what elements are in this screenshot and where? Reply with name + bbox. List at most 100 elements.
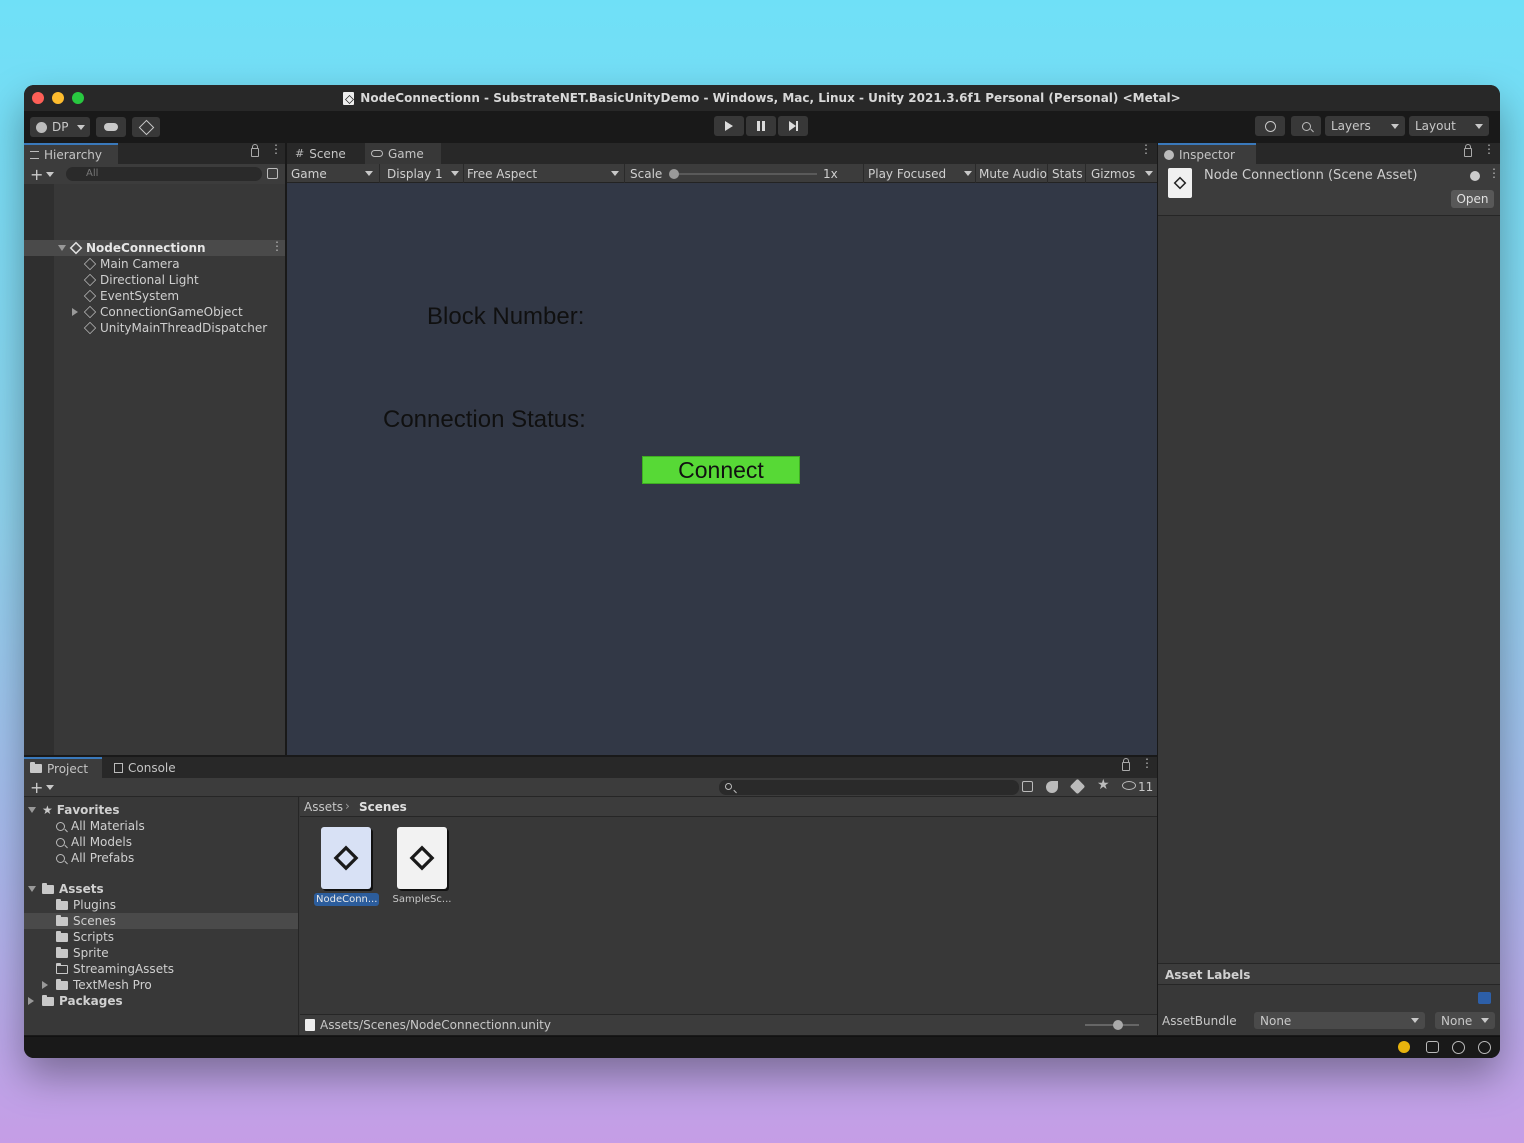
chevron-right-icon[interactable] [42, 981, 48, 989]
more-menu-icon[interactable]: ⋮ [270, 143, 282, 155]
add-icon[interactable]: + [30, 165, 43, 184]
chevron-down-icon[interactable] [28, 886, 36, 892]
filter-label-icon[interactable] [1069, 778, 1086, 795]
step-icon [788, 121, 798, 131]
connect-button[interactable]: Connect [642, 456, 800, 484]
favorite-item[interactable]: All Prefabs [56, 850, 316, 866]
filter-icon[interactable] [1022, 781, 1033, 792]
folder-item[interactable]: Sprite [56, 945, 316, 961]
folder-item[interactable]: Scripts [56, 929, 316, 945]
game-mode-dropdown[interactable]: Game [291, 164, 375, 183]
search-button[interactable] [1291, 116, 1321, 136]
status-bar [24, 1036, 1500, 1058]
scene-more-icon[interactable]: ⋮ [271, 240, 283, 252]
hierarchy-gutter [24, 184, 54, 755]
undo-history-button[interactable] [1255, 116, 1285, 136]
icon-size-slider[interactable] [1085, 1020, 1139, 1030]
project-search-input[interactable] [719, 780, 1019, 795]
project-panel: Project Console ⋮ + ★ 11 ★ Favorites All… [24, 757, 1157, 1035]
more-menu-icon[interactable]: ⋮ [1483, 143, 1495, 155]
display-dropdown[interactable]: Display 1 [387, 164, 459, 183]
play-button[interactable] [714, 116, 744, 136]
help-icon[interactable] [1470, 171, 1480, 181]
label-tag-icon[interactable] [1478, 992, 1491, 1004]
chevron-right-icon[interactable] [72, 308, 78, 316]
gizmos-dropdown[interactable]: Gizmos [1091, 164, 1155, 183]
scene-file-icon [305, 1019, 315, 1031]
chevron-right-icon[interactable] [28, 997, 34, 1005]
play-focused-dropdown[interactable]: Play Focused [868, 164, 972, 183]
layers-dropdown[interactable]: Layers [1325, 116, 1405, 136]
game-view[interactable]: Block Number: Connection Status: Connect [287, 183, 1157, 755]
folder-item[interactable]: StreamingAssets [56, 961, 316, 977]
auto-generate-lighting-icon[interactable] [1452, 1041, 1465, 1054]
more-menu-icon[interactable]: ⋮ [1141, 757, 1153, 769]
folder-item[interactable]: TextMesh Pro [42, 977, 302, 993]
component-more-icon[interactable]: ⋮ [1488, 167, 1500, 179]
icon-size-slider-handle[interactable] [1113, 1020, 1123, 1030]
stats-toggle[interactable]: Stats [1052, 164, 1083, 183]
console-tab-label: Console [128, 760, 176, 775]
mute-audio-toggle[interactable]: Mute Audio [979, 164, 1047, 183]
filter-type-icon[interactable] [1046, 781, 1058, 793]
layout-label: Layout [1415, 119, 1456, 133]
more-menu-icon[interactable]: ⋮ [1140, 143, 1152, 155]
chevron-down-icon[interactable] [58, 245, 66, 251]
asset-bundle-dropdown[interactable]: None [1254, 1012, 1425, 1029]
step-button[interactable] [778, 116, 808, 136]
packages-root[interactable]: Packages [28, 993, 288, 1009]
account-dropdown[interactable]: DP [30, 117, 90, 137]
progress-check-icon[interactable] [1478, 1041, 1491, 1054]
collab-button[interactable] [132, 117, 160, 137]
chevron-down-icon[interactable] [28, 807, 36, 813]
add-dropdown-caret[interactable] [46, 172, 54, 177]
filter-icon[interactable] [267, 168, 278, 179]
packages-label: Packages [59, 994, 123, 1008]
folder-item[interactable]: Plugins [56, 897, 316, 913]
pause-button[interactable] [746, 116, 776, 136]
lock-icon[interactable] [1122, 758, 1130, 771]
scale-slider[interactable] [669, 169, 817, 179]
lock-icon[interactable] [1464, 144, 1472, 157]
favorite-star-icon[interactable]: ★ [1097, 777, 1110, 793]
hidden-packages-icon[interactable] [1122, 781, 1136, 790]
lock-icon[interactable] [251, 144, 259, 157]
search-icon [1301, 121, 1311, 131]
open-button[interactable]: Open [1451, 190, 1494, 208]
hierarchy-item-label: ConnectionGameObject [100, 305, 243, 319]
debug-bug-icon[interactable] [1398, 1041, 1410, 1053]
asset-label: SampleSc... [392, 894, 452, 905]
hierarchy-search-input[interactable]: All [66, 167, 262, 181]
layout-dropdown[interactable]: Layout [1409, 116, 1489, 136]
empty-folder-icon [56, 962, 68, 974]
close-window-button[interactable] [32, 92, 44, 104]
add-icon[interactable]: + [30, 778, 43, 797]
tab-project[interactable]: Project [24, 757, 102, 778]
add-dropdown-caret[interactable] [46, 785, 54, 790]
tab-inspector[interactable]: Inspector [1158, 143, 1256, 164]
project-tabbar: Project Console ⋮ [24, 757, 1157, 778]
asset-tile-samplescene[interactable]: SampleSc... [390, 827, 454, 906]
assets-root[interactable]: Assets [28, 881, 288, 897]
scale-slider-handle[interactable] [669, 169, 679, 179]
favorite-item[interactable]: All Models [56, 834, 316, 850]
tab-game[interactable]: Game [365, 143, 441, 164]
folder-item-scenes[interactable]: Scenes [56, 913, 316, 929]
tab-console[interactable]: Console [108, 757, 188, 778]
asset-tile-nodeconnection[interactable]: NodeConn... [314, 827, 380, 906]
aspect-dropdown[interactable]: Free Aspect [467, 164, 621, 183]
maximize-window-button[interactable] [72, 92, 84, 104]
play-focused-label: Play Focused [868, 166, 947, 181]
tab-scene[interactable]: # Scene [287, 143, 361, 164]
tab-hierarchy[interactable]: Hierarchy [24, 143, 118, 164]
breadcrumb-assets[interactable]: Assets [304, 800, 343, 814]
minimize-window-button[interactable] [52, 92, 64, 104]
cloud-button[interactable] [96, 117, 126, 137]
project-tree: ★ Favorites All Materials All Models All… [24, 797, 299, 1035]
favorites-header[interactable]: ★ Favorites [28, 802, 288, 818]
favorite-item[interactable]: All Materials [56, 818, 316, 834]
breadcrumb-scenes[interactable]: Scenes [359, 800, 407, 814]
scene-asset-icon [1168, 168, 1192, 198]
asset-bundle-variant-dropdown[interactable]: None [1435, 1012, 1495, 1029]
cache-server-icon[interactable] [1426, 1041, 1439, 1053]
